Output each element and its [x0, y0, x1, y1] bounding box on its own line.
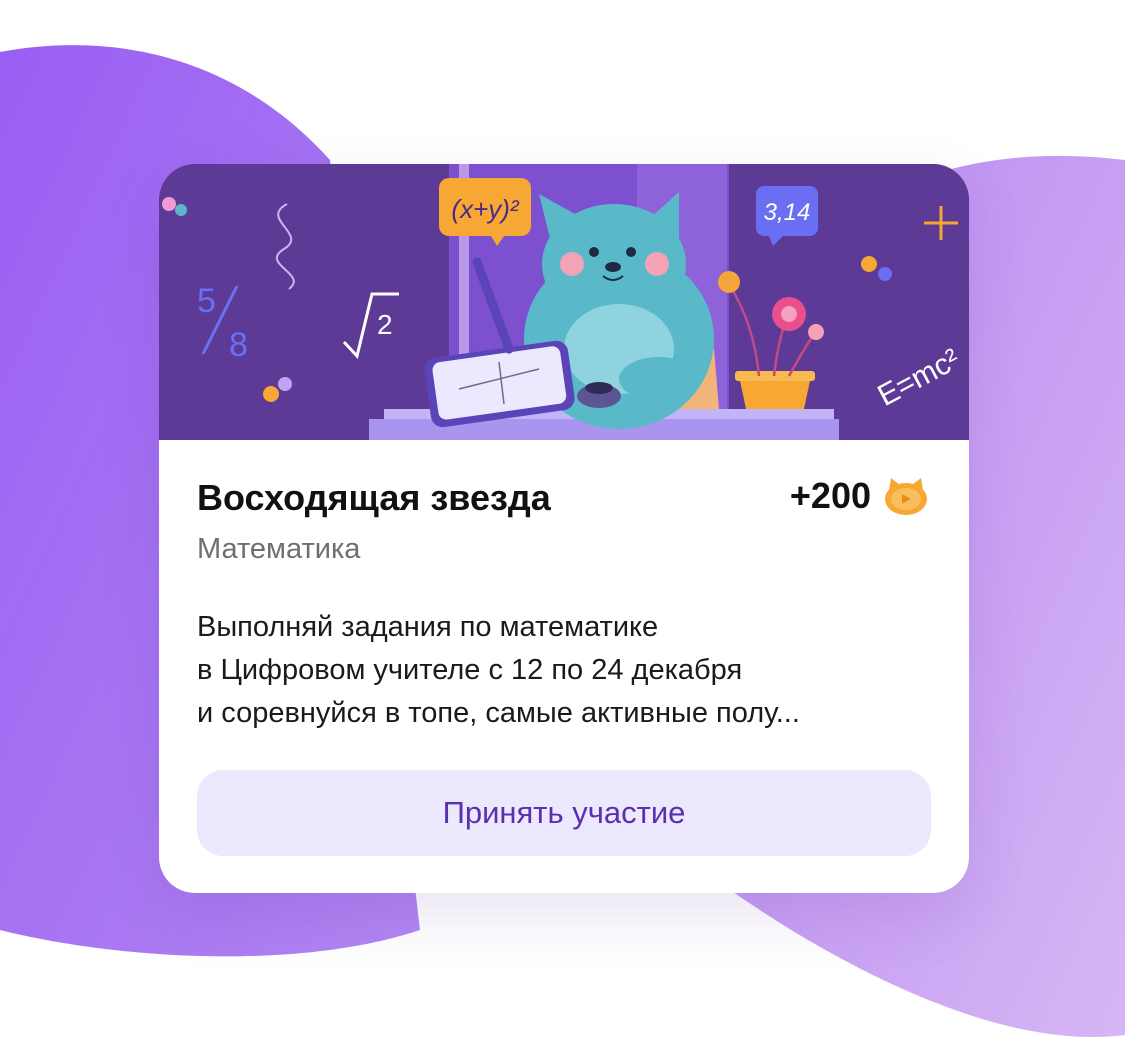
- chalk-fraction-bottom: 8: [229, 326, 248, 364]
- description-line: Выполняй задания по математике: [197, 611, 659, 643]
- reward: +200: [790, 474, 929, 518]
- cat-coin-icon: [885, 478, 927, 515]
- contest-card[interactable]: (x+y)² 3,14 5 8 2 E=mc² Восходящая звезд…: [159, 164, 969, 893]
- description-line: в Цифровом учителе с 12 по 24 декабря: [197, 654, 743, 686]
- contest-title: Восходящая звезда: [197, 477, 551, 518]
- reward-value: +200: [789, 475, 871, 516]
- contest-subject: Математика: [197, 533, 361, 565]
- join-button[interactable]: Принять участие: [197, 770, 931, 856]
- pi-text: 3,14: [764, 199, 811, 226]
- contest-banner-illustration: (x+y)² 3,14 5 8 2 E=mc²: [159, 164, 969, 440]
- description-line: и соревнуйся в топе, самые активные полу…: [197, 697, 800, 729]
- chalk-root: 2: [377, 309, 393, 340]
- contest-description: Выполняй задания по математике в Цифрово…: [197, 606, 937, 735]
- formula-text: (x+y)²: [451, 194, 520, 224]
- formula-bubble: (x+y)²: [439, 178, 531, 246]
- chalk-fraction-top: 5: [197, 282, 216, 320]
